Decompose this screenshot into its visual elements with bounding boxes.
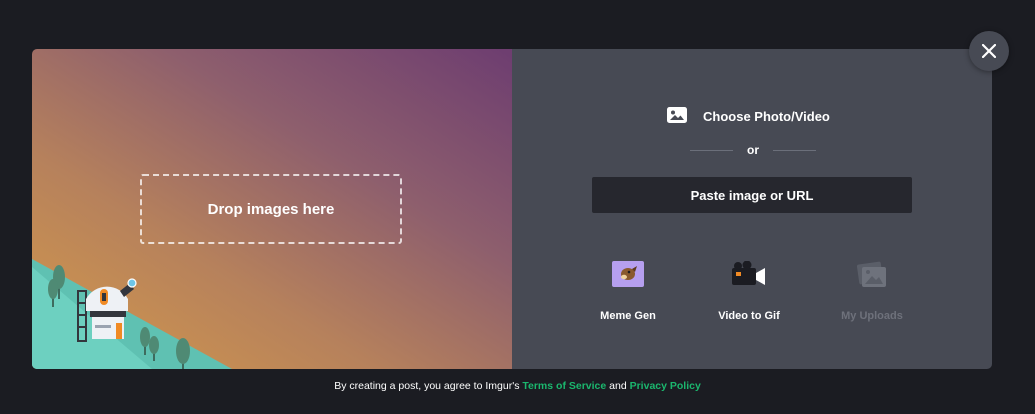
or-label: or xyxy=(747,143,759,157)
close-button[interactable] xyxy=(969,31,1009,71)
footer-and-text: and xyxy=(606,380,630,392)
drop-zone[interactable]: Drop images here xyxy=(140,174,402,244)
paste-image-url-label: Paste image or URL xyxy=(690,187,814,203)
upload-modal: Drop images here Choose Photo/Video or P… xyxy=(32,49,992,369)
choose-photo-video-button[interactable]: Choose Photo/Video xyxy=(667,105,830,127)
meme-gen-button[interactable]: Meme Gen xyxy=(578,261,678,322)
divider-line xyxy=(690,149,733,151)
image-icon xyxy=(667,106,687,126)
paste-image-url-button[interactable]: Paste image or URL xyxy=(592,177,912,213)
divider-line xyxy=(773,149,816,151)
video-to-gif-label: Video to Gif xyxy=(718,310,780,322)
or-divider: or xyxy=(690,143,816,157)
my-uploads-icon xyxy=(856,261,886,287)
close-icon xyxy=(982,44,996,58)
my-uploads-button[interactable]: My Uploads xyxy=(822,261,922,322)
choose-photo-video-label: Choose Photo/Video xyxy=(703,108,830,124)
video-to-gif-button[interactable]: Video to Gif xyxy=(699,261,799,322)
observatory-illustration xyxy=(32,259,232,369)
meme-gen-icon xyxy=(612,261,644,287)
upload-options-panel: Choose Photo/Video or Paste image or URL… xyxy=(512,49,992,369)
drop-panel[interactable]: Drop images here xyxy=(32,49,512,369)
privacy-policy-link[interactable]: Privacy Policy xyxy=(630,380,701,392)
meme-gen-label: Meme Gen xyxy=(600,310,656,322)
footer-text: By creating a post, you agree to Imgur's xyxy=(334,380,523,392)
terms-of-service-link[interactable]: Terms of Service xyxy=(522,380,606,392)
terms-footer: By creating a post, you agree to Imgur's… xyxy=(0,380,1035,392)
video-to-gif-icon xyxy=(732,261,765,285)
drop-zone-label: Drop images here xyxy=(207,200,335,218)
my-uploads-label: My Uploads xyxy=(841,310,903,322)
